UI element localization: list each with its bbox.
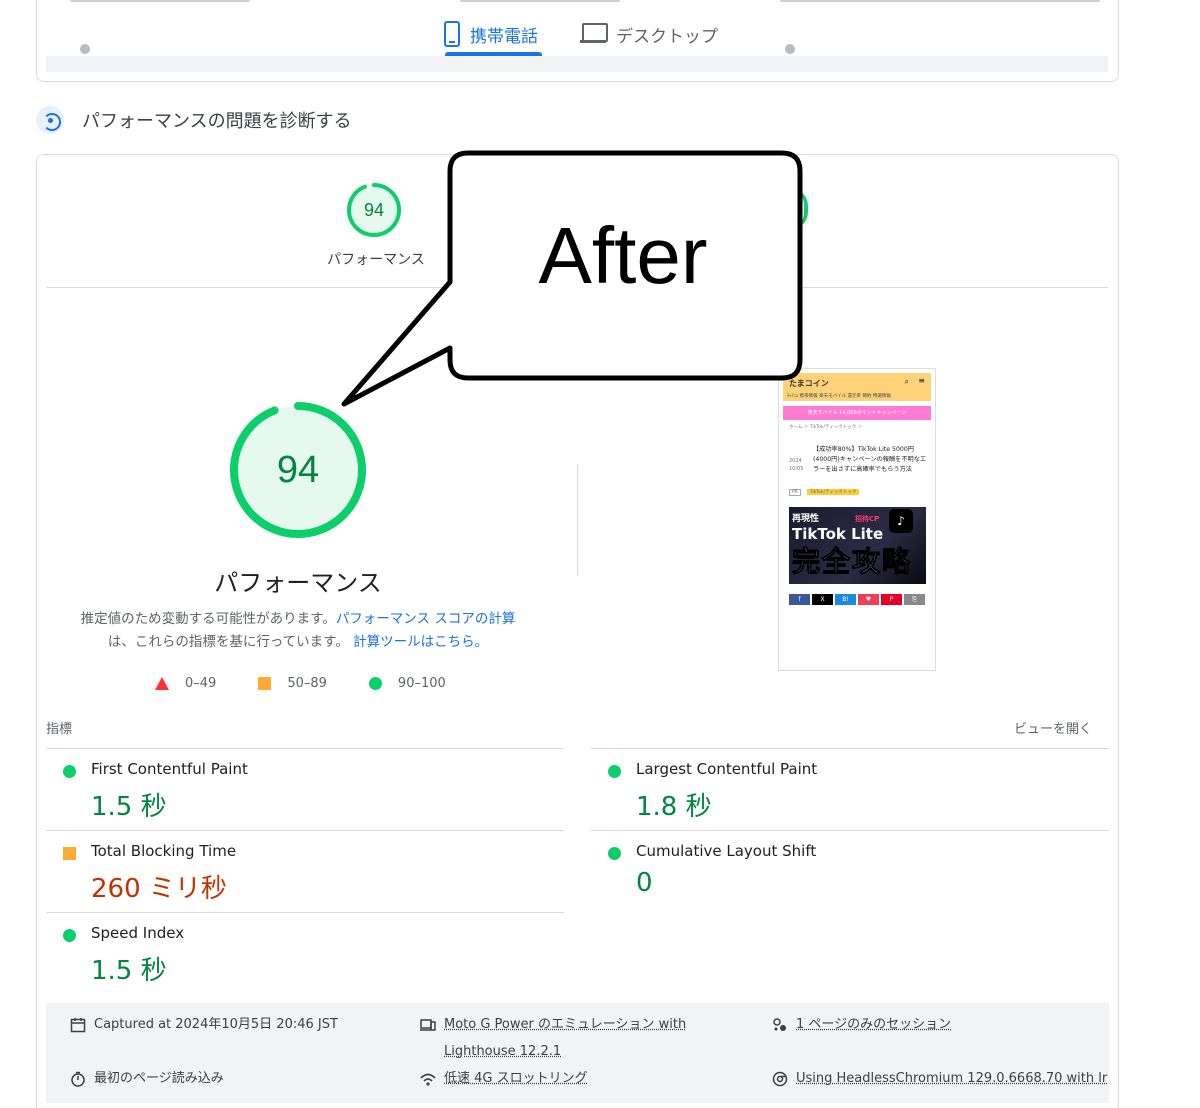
tab-desktop[interactable]: デスクトップ [580, 12, 718, 56]
legend-good: 90–100 [398, 676, 446, 691]
thumb-category-tag: TikTok/ティックトック [807, 489, 860, 495]
thumb-hero-line3: 完全攻略 [792, 545, 912, 579]
device-tabs: 携帯電話 デスクトップ [0, 0, 1200, 60]
score-legend: 0–49 50–89 90–100 [155, 676, 488, 691]
hatena-icon: B! [835, 594, 856, 605]
laptop-icon [580, 23, 606, 45]
signal-icon [420, 1071, 436, 1087]
metric-divider [46, 912, 564, 913]
captured-at: Captured at 2024年10月5日 20:46 JST [70, 1011, 338, 1038]
timer-icon [70, 1071, 86, 1087]
section-title: パフォーマンスの問題を診断する [82, 107, 352, 133]
initial-load-text: 最初のページ読み込み [94, 1065, 224, 1092]
legend-average: 50–89 [287, 676, 327, 691]
good-circle-icon [608, 765, 621, 778]
session-text: 1 ページのみのセッション [796, 1011, 951, 1038]
metric-divider [46, 830, 564, 831]
metric-name: Speed Index [91, 924, 184, 942]
pocket-icon: ♥ [858, 594, 879, 605]
metric-divider [591, 830, 1109, 831]
thumb-hero-line1: 再現性 [792, 511, 819, 524]
legend-poor: 0–49 [185, 676, 216, 691]
performance-label: パフォーマンス [198, 563, 398, 598]
browser-text: Using HeadlessChromium 129.0.6668.70 wit… [796, 1065, 1107, 1092]
facebook-icon: f [789, 594, 810, 605]
average-square-icon [63, 847, 76, 860]
tab-mobile-label: 携帯電話 [470, 22, 538, 47]
score-calc-link[interactable]: パフォーマンス スコアの計算 [336, 611, 516, 627]
metric-fcp[interactable]: First Contentful Paint 1.5 秒 [46, 750, 506, 832]
metric-cls[interactable]: Cumulative Layout Shift 0 [591, 832, 1051, 914]
pinterest-icon: P [881, 594, 902, 605]
thumb-hero-image: 再現性 招待CP ♪ TikTok Lite 完全攻略 [789, 507, 926, 584]
good-circle-icon [608, 847, 621, 860]
metric-name: First Contentful Paint [91, 760, 248, 778]
desc-text: 推定値のため変動する可能性があります。 [81, 611, 336, 627]
metric-name: Cumulative Layout Shift [636, 842, 816, 860]
good-circle-icon [63, 765, 76, 778]
thumb-hero-line2: TikTok Lite [792, 525, 883, 543]
expand-view-button[interactable]: ビューを開く [1014, 718, 1092, 737]
thumb-pr-tag: PR [789, 489, 801, 496]
metric-divider [591, 748, 1109, 749]
final-screenshot[interactable]: たまコイン ⌕ ≡ ﾁｬﾘﾆﾑ 携帯情報 楽天モバイル 還元率 節約 特選情報 … [778, 368, 936, 671]
after-label: After [450, 210, 796, 302]
metric-name: Largest Contentful Paint [636, 760, 817, 778]
vertical-divider [577, 465, 578, 575]
tab-desktop-label: デスクトップ [616, 22, 718, 47]
browser-info[interactable]: Using HeadlessChromium 129.0.6668.70 wit… [772, 1065, 1107, 1092]
thumb-date: 2024 10/05 [789, 457, 803, 473]
session-icon [772, 1017, 788, 1033]
thumb-share-buttons: f X B! ♥ P ⎘ [789, 594, 925, 605]
device-emulation-text: Moto G Power のエミュレーション with [444, 1017, 686, 1032]
good-circle-icon [63, 929, 76, 942]
metric-value: 1.5 秒 [91, 786, 167, 823]
average-square-icon [258, 677, 271, 690]
metric-value: 260 ミリ秒 [91, 868, 227, 905]
thumb-title: 【成功率80%】TikTok Lite 5000円(4000円)キャンペーンの報… [813, 445, 929, 475]
chrome-icon [772, 1071, 788, 1087]
tab-mobile[interactable]: 携帯電話 [444, 12, 538, 56]
metric-lcp[interactable]: Largest Contentful Paint 1.8 秒 [591, 750, 1051, 832]
lighthouse-version: Lighthouse 12.2.1 [444, 1044, 561, 1059]
thumb-tags: PR TikTok/ティックトック [789, 489, 859, 495]
thumb-breadcrumb: ホーム ＞ TikTok/ティックトック ＞ [789, 424, 862, 430]
metric-tbt[interactable]: Total Blocking Time 260 ミリ秒 [46, 832, 506, 914]
metrics-header: 指標 [46, 718, 72, 737]
initial-load: 最初のページ読み込み [70, 1065, 224, 1092]
devices-icon [420, 1017, 436, 1033]
thumb-search-icon: ⌕ [905, 377, 909, 387]
metric-name: Total Blocking Time [91, 842, 236, 860]
performance-score-value: 94 [277, 449, 319, 491]
metric-value: 1.5 秒 [91, 950, 167, 987]
performance-description: 推定値のため変動する可能性があります。パフォーマンス スコアの計算 は、これらの… [66, 608, 530, 654]
diagnose-icon [36, 106, 64, 134]
thumb-hero-line1b: 招待CP [855, 514, 879, 524]
metric-divider [46, 748, 564, 749]
thumb-menu-icon: ≡ [918, 376, 925, 385]
metric-value: 0 [636, 868, 653, 898]
calculator-link[interactable]: 計算ツールはこちら。 [353, 634, 488, 650]
network-throttling[interactable]: 低速 4G スロットリング [420, 1065, 588, 1092]
active-tab-indicator [445, 52, 542, 56]
performance-score-gauge: 94 [228, 400, 368, 540]
device-emulation[interactable]: Moto G Power のエミュレーション with Lighthouse 12… [420, 1011, 686, 1065]
calendar-icon [70, 1017, 86, 1033]
poor-triangle-icon [155, 677, 169, 690]
tiktok-icon: ♪ [889, 509, 913, 533]
x-icon: X [812, 594, 833, 605]
metric-speed-index[interactable]: Speed Index 1.5 秒 [46, 914, 506, 996]
captured-at-text: Captured at 2024年10月5日 20:46 JST [94, 1011, 338, 1038]
phone-icon [444, 21, 460, 47]
good-circle-icon [369, 677, 382, 690]
throttling-text: 低速 4G スロットリング [444, 1065, 588, 1092]
section-header: パフォーマンスの問題を診断する [36, 106, 352, 134]
metric-value: 1.8 秒 [636, 786, 712, 823]
desc-text-2: は、これらの指標を基に行っています。 [108, 634, 349, 650]
copy-icon: ⎘ [904, 594, 925, 605]
session-info[interactable]: 1 ページのみのセッション [772, 1011, 951, 1038]
